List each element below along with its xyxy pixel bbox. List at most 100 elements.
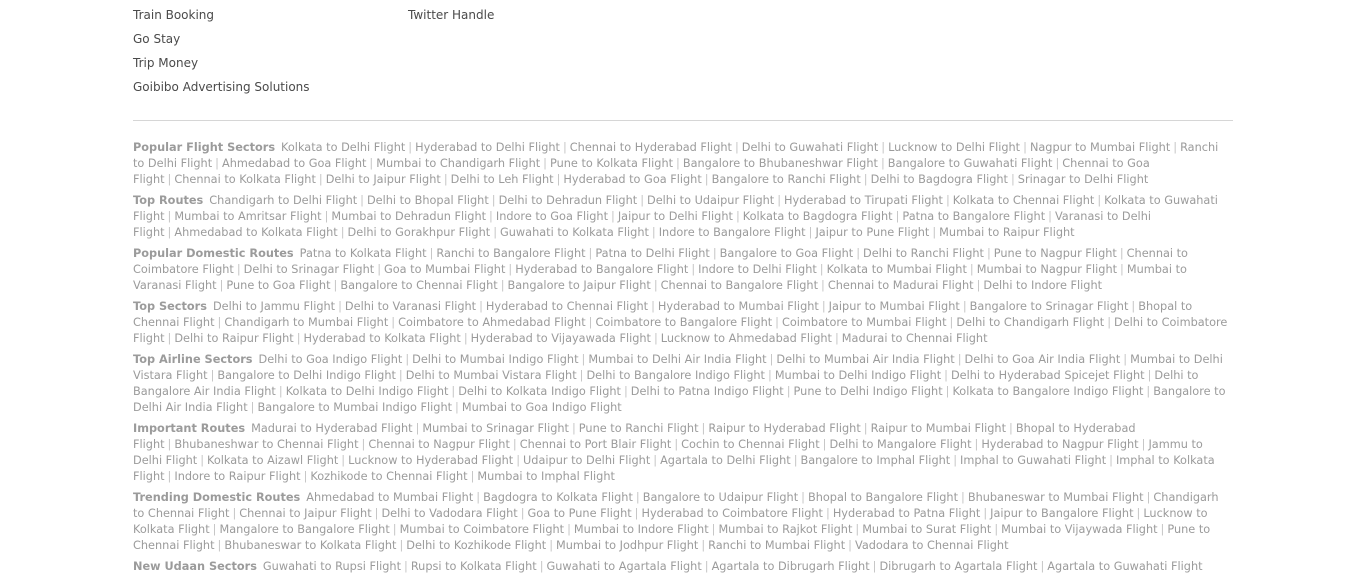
route-link[interactable]: Goa to Mumbai Flight [384,263,505,276]
route-link[interactable]: Ahmedabad to Mumbai Flight [306,491,473,504]
route-link[interactable]: Delhi to Ranchi Flight [863,247,984,260]
route-link[interactable]: Delhi to Mumbai Vistara Flight [406,369,577,382]
route-link[interactable]: Bhubaneswar to Kolkata Flight [224,539,396,552]
route-link[interactable]: Goa to Pune Flight [528,507,632,520]
route-link[interactable]: Delhi to Guwahati Flight [742,141,878,154]
route-link[interactable]: Kolkata to Mumbai Flight [827,263,967,276]
route-link[interactable]: Mumbai to Chandigarh Flight [376,157,540,170]
route-link[interactable]: Bangalore to Delhi Indigo Flight [217,369,396,382]
route-link[interactable]: Mumbai to Rajkot Flight [718,523,852,536]
route-link[interactable]: Srinagar to Delhi Flight [1018,173,1149,186]
route-link[interactable]: Bagdogra to Kolkata Flight [483,491,633,504]
route-link[interactable]: Bhopal to Bangalore Flight [808,491,958,504]
route-link[interactable]: Chennai to Bangalore Flight [661,279,818,292]
route-link[interactable]: Delhi to Goa Air India Flight [965,353,1121,366]
route-link[interactable]: Ranchi to Mumbai Flight [708,539,845,552]
route-link[interactable]: Bangalore to Imphal Flight [801,454,951,467]
route-link[interactable]: Chennai to Hyderabad Flight [570,141,732,154]
route-link[interactable]: Ahmedabad to Kolkata Flight [174,226,337,239]
route-link[interactable]: Delhi to Mumbai Air India Flight [776,353,954,366]
route-link[interactable]: Kolkata to Bagdogra Flight [743,210,893,223]
route-link[interactable]: Bangalore to Ranchi Flight [712,173,861,186]
footer-link[interactable]: Trip Money [133,54,310,72]
route-link[interactable]: Delhi to Patna Indigo Flight [631,385,784,398]
route-link[interactable]: Jaipur to Delhi Flight [618,210,733,223]
route-link[interactable]: Hyderabad to Patna Flight [833,507,981,520]
route-link[interactable]: Bangalore to Guwahati Flight [888,157,1053,170]
route-link[interactable]: Coimbatore to Bangalore Flight [595,316,772,329]
route-link[interactable]: Kolkata to Aizawl Flight [207,454,338,467]
route-link[interactable]: Jaipur to Pune Flight [815,226,929,239]
route-link[interactable]: Pune to Kolkata Flight [550,157,673,170]
route-link[interactable]: Delhi to Raipur Flight [174,332,293,345]
route-link[interactable]: Delhi to Jaipur Flight [326,173,441,186]
route-link[interactable]: Delhi to Gorakhpur Flight [348,226,491,239]
route-link[interactable]: Delhi to Mumbai Indigo Flight [412,353,578,366]
route-link[interactable]: Chandigarh to Mumbai Flight [224,316,388,329]
route-link[interactable]: Hyderabad to Kolkata Flight [304,332,461,345]
route-link[interactable]: Vadodara to Chennai Flight [855,539,1009,552]
route-link[interactable]: Hyderabad to Delhi Flight [415,141,560,154]
route-link[interactable]: Ranchi to Bangalore Flight [436,247,585,260]
route-link[interactable]: Mumbai to Raipur Flight [939,226,1074,239]
route-link[interactable]: Indore to Delhi Flight [698,263,817,276]
route-link[interactable]: Lucknow to Delhi Flight [888,141,1020,154]
route-link[interactable]: Madurai to Hyderabad Flight [251,422,413,435]
route-link[interactable]: Mumbai to Surat Flight [862,523,991,536]
route-link[interactable]: Hyderabad to Goa Flight [563,173,701,186]
route-link[interactable]: Kolkata to Bangalore Indigo Flight [952,385,1143,398]
route-link[interactable]: Delhi to Vadodara Flight [381,507,517,520]
route-link[interactable]: Jaipur to Bangalore Flight [990,507,1133,520]
route-link[interactable]: Delhi to Hyderabad Spicejet Flight [951,369,1145,382]
route-link[interactable]: Dibrugarh to Agartala Flight [879,560,1037,573]
route-link[interactable]: Delhi to Indore Flight [983,279,1102,292]
route-link[interactable]: Delhi to Kolkata Indigo Flight [458,385,621,398]
route-link[interactable]: Chennai to Nagpur Flight [368,438,510,451]
route-link[interactable]: Delhi to Bhopal Flight [367,194,489,207]
route-link[interactable]: Udaipur to Delhi Flight [523,454,650,467]
route-link[interactable]: Patna to Kolkata Flight [300,247,427,260]
route-link[interactable]: Delhi to Srinagar Flight [244,263,375,276]
route-link[interactable]: Chennai to Jaipur Flight [239,507,371,520]
route-link[interactable]: Cochin to Chennai Flight [681,438,820,451]
route-link[interactable]: Delhi to Varanasi Flight [345,300,476,313]
route-link[interactable]: Mumbai to Nagpur Flight [977,263,1117,276]
route-link[interactable]: Mumbai to Imphal Flight [477,470,615,483]
route-link[interactable]: Coimbatore to Mumbai Flight [782,316,947,329]
footer-link[interactable]: Train Booking [133,6,310,24]
route-link[interactable]: Kolkata to Delhi Flight [281,141,405,154]
route-link[interactable]: Mumbai to Delhi Indigo Flight [775,369,941,382]
route-link[interactable]: Hyderabad to Bangalore Flight [515,263,688,276]
route-link[interactable]: Nagpur to Mumbai Flight [1030,141,1170,154]
route-link[interactable]: Delhi to Udaipur Flight [647,194,774,207]
route-link[interactable]: Bangalore to Mumbai Indigo Flight [257,401,452,414]
route-link[interactable]: Lucknow to Hyderabad Flight [348,454,513,467]
route-link[interactable]: Mumbai to Srinagar Flight [422,422,569,435]
route-link[interactable]: Bangalore to Srinagar Flight [970,300,1129,313]
route-link[interactable]: Bangalore to Chennai Flight [340,279,497,292]
route-link[interactable]: Bangalore to Bhubaneshwar Flight [683,157,878,170]
route-link[interactable]: Delhi to Kozhikode Flight [406,539,546,552]
route-link[interactable]: Pune to Delhi Indigo Flight [794,385,943,398]
route-link[interactable]: Delhi to Leh Flight [451,173,554,186]
route-link[interactable]: Indore to Bangalore Flight [659,226,806,239]
footer-link[interactable]: Twitter Handle [408,6,494,24]
route-link[interactable]: Rupsi to Kolkata Flight [411,560,537,573]
route-link[interactable]: Delhi to Mangalore Flight [829,438,971,451]
route-link[interactable]: Imphal to Guwahati Flight [960,454,1106,467]
route-link[interactable]: Guwahati to Rupsi Flight [263,560,401,573]
footer-link[interactable]: Goibibo Advertising Solutions [133,78,310,96]
route-link[interactable]: Mumbai to Goa Indigo Flight [462,401,622,414]
route-link[interactable]: Raipur to Mumbai Flight [871,422,1006,435]
route-link[interactable]: Patna to Delhi Flight [595,247,709,260]
route-link[interactable]: Hyderabad to Chennai Flight [486,300,648,313]
route-link[interactable]: Pune to Ranchi Flight [579,422,699,435]
route-link[interactable]: Agartala to Dibrugarh Flight [712,560,870,573]
route-link[interactable]: Raipur to Hyderabad Flight [708,422,860,435]
route-link[interactable]: Bhubaneswar to Mumbai Flight [968,491,1144,504]
route-link[interactable]: Pune to Nagpur Flight [994,247,1117,260]
route-link[interactable]: Agartala to Delhi Flight [660,454,791,467]
route-link[interactable]: Guwahati to Kolkata Flight [500,226,649,239]
route-link[interactable]: Jaipur to Mumbai Flight [829,300,960,313]
route-link[interactable]: Mumbai to Jodhpur Flight [556,539,698,552]
